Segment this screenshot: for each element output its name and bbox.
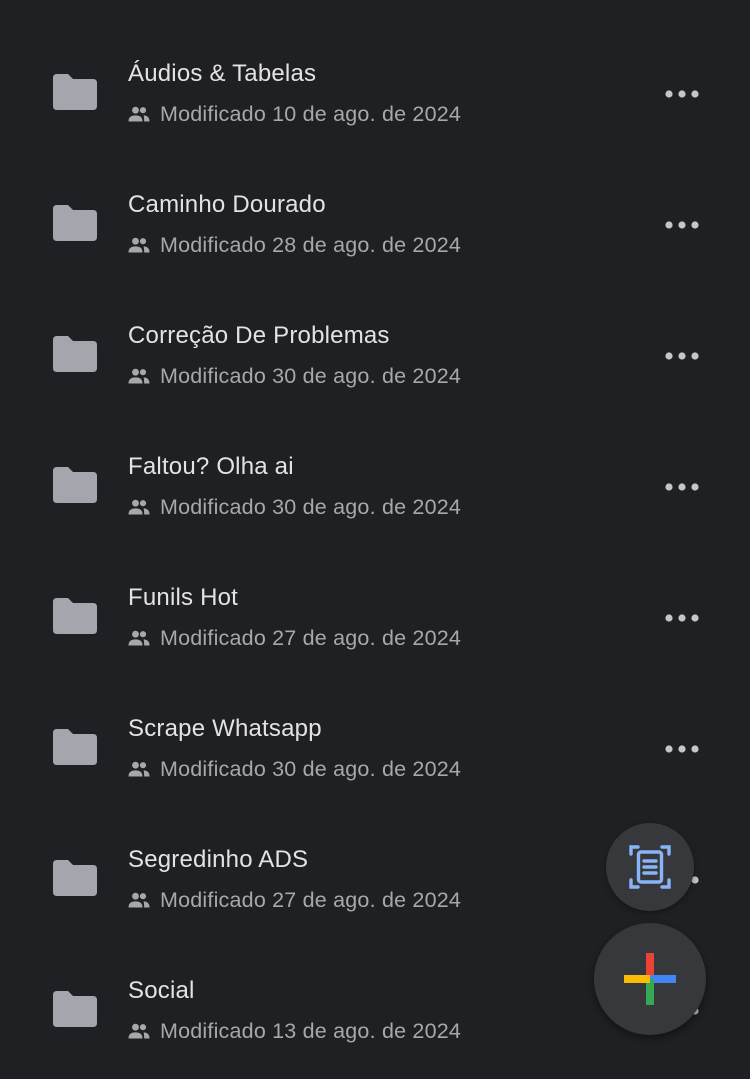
folder-row[interactable]: Funils Hot Modificado 27 de ago. de 2024 [0,534,750,665]
modified-date: Modificado 30 de ago. de 2024 [160,494,462,519]
scan-document-button[interactable] [606,823,694,911]
people-icon [128,237,150,253]
people-icon [128,761,150,777]
folder-icon [53,467,97,503]
more-horizontal-icon [665,745,699,753]
folder-meta: Modificado 28 de ago. de 2024 [128,231,461,259]
folder-row[interactable]: Caminho Dourado Modificado 28 de ago. de… [0,141,750,272]
more-options-button[interactable] [654,467,710,507]
folder-row[interactable]: Correção De Problemas Modificado 30 de a… [0,272,750,403]
folder-row[interactable]: Scrape Whatsapp Modificado 30 de ago. de… [0,665,750,796]
folder-meta: Modificado 30 de ago. de 2024 [128,755,461,783]
folder-row[interactable]: Faltou? Olha ai Modificado 30 de ago. de… [0,403,750,534]
folder-name: Segredinho ADS [128,846,309,873]
folder-meta: Modificado 27 de ago. de 2024 [128,886,461,914]
folder-icon [53,860,97,896]
folder-meta: Modificado 30 de ago. de 2024 [128,362,461,390]
more-horizontal-icon [665,221,699,229]
modified-date: Modificado 27 de ago. de 2024 [160,887,462,912]
more-options-button[interactable] [654,598,710,638]
folder-icon [53,598,97,634]
more-options-button[interactable] [654,74,710,114]
people-icon [128,1023,150,1039]
more-horizontal-icon [665,90,699,98]
folder-icon [53,74,97,110]
modified-date: Modificado 28 de ago. de 2024 [160,232,462,257]
colorful-plus-icon [624,953,676,1005]
more-horizontal-icon [665,614,699,622]
more-horizontal-icon [665,483,699,491]
people-icon [128,368,150,384]
folder-meta: Modificado 30 de ago. de 2024 [128,493,461,521]
modified-date: Modificado 30 de ago. de 2024 [160,363,462,388]
document-scanner-icon [629,844,671,890]
folder-name: Funils Hot [128,584,239,611]
folder-meta: Modificado 10 de ago. de 2024 [128,100,461,128]
modified-date: Modificado 13 de ago. de 2024 [160,1018,462,1043]
folder-icon [53,205,97,241]
modified-date: Modificado 27 de ago. de 2024 [160,625,462,650]
more-options-button[interactable] [654,205,710,245]
folder-name: Caminho Dourado [128,191,326,218]
folder-meta: Modificado 27 de ago. de 2024 [128,624,461,652]
more-horizontal-icon [665,352,699,360]
modified-date: Modificado 10 de ago. de 2024 [160,101,462,126]
folder-row[interactable]: Áudios & Tabelas Modificado 10 de ago. d… [0,10,750,141]
folder-name: Faltou? Olha ai [128,453,294,480]
more-options-button[interactable] [654,729,710,769]
folder-name: Correção De Problemas [128,322,390,349]
folder-name: Scrape Whatsapp [128,715,322,742]
people-icon [128,630,150,646]
folder-name: Social [128,977,195,1004]
more-options-button[interactable] [654,336,710,376]
folder-icon [53,336,97,372]
folder-icon [53,729,97,765]
folder-meta: Modificado 13 de ago. de 2024 [128,1017,461,1045]
new-item-button[interactable] [594,923,706,1035]
people-icon [128,892,150,908]
folder-name: Áudios & Tabelas [128,60,317,87]
folder-icon [53,991,97,1027]
people-icon [128,499,150,515]
modified-date: Modificado 30 de ago. de 2024 [160,756,462,781]
people-icon [128,106,150,122]
